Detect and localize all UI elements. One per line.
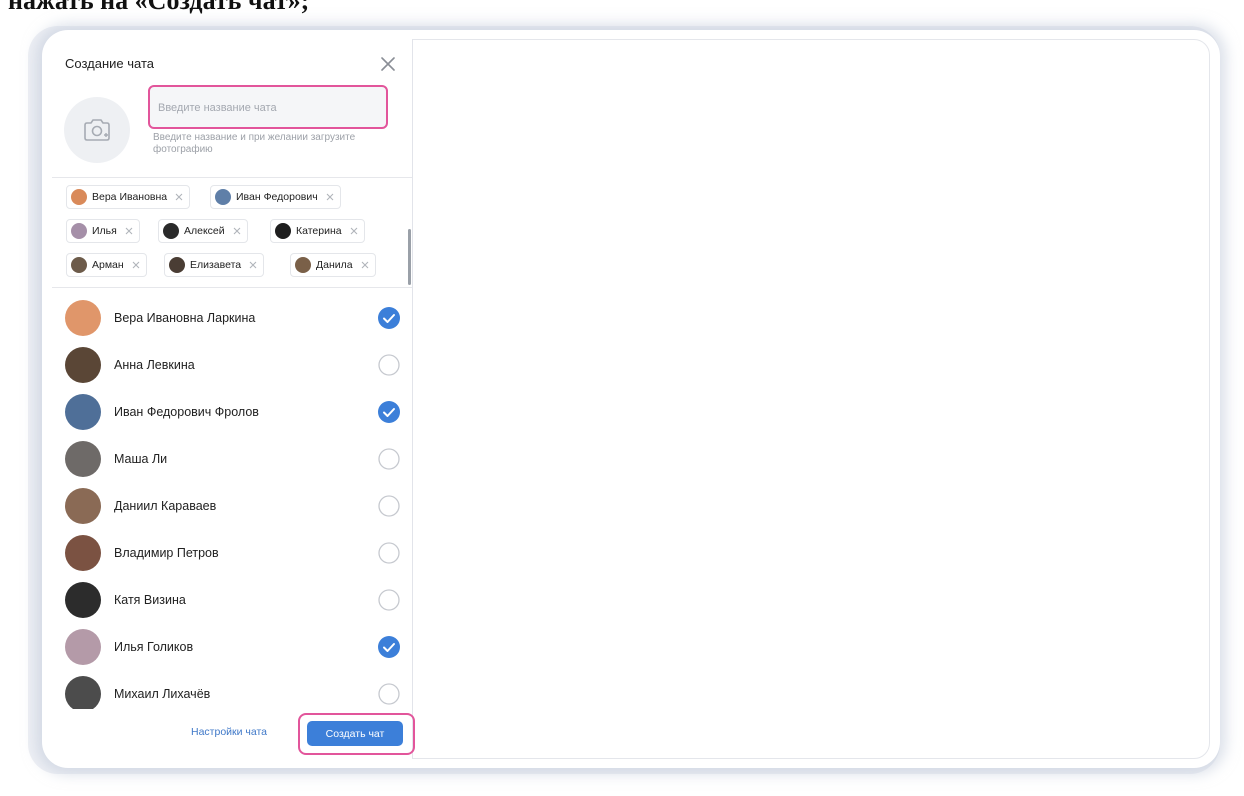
chat-name-hint: Введите название и при желании загрузите… [153,132,356,155]
avatar [65,629,101,665]
chip-elizaveta: Елизавета [164,253,265,277]
camera-plus-icon [84,119,110,141]
remove-chip-icon[interactable] [131,260,141,270]
avatar [163,223,179,239]
check-empty-icon[interactable] [378,448,400,470]
chip-label: Катерина [296,225,342,237]
chip-label: Вера Ивановна [92,191,168,203]
remove-chip-icon[interactable] [174,192,184,202]
avatar [65,394,101,430]
chip-label: Арман [92,259,124,271]
avatar [65,300,101,336]
avatar [65,488,101,524]
avatar [65,535,101,571]
create-chat-panel: Создание чата Введите название и при жел… [52,39,415,759]
contact-name: Даниил Караваев [114,499,217,513]
avatar [275,223,291,239]
contact-name: Михаил Лихачёв [114,687,211,701]
chip-label: Елизавета [190,259,242,271]
contact-row[interactable]: Илья Голиков [52,624,412,670]
contact-row[interactable]: Владимир Петров [52,530,412,576]
check-empty-icon[interactable] [378,589,400,611]
chip-label: Алексей [184,225,225,237]
close-button[interactable] [378,54,398,74]
divider [52,287,412,288]
chip-ilya: Илья [66,219,140,243]
chat-name-highlight [148,85,388,129]
avatar [71,223,87,239]
check-empty-icon[interactable] [378,542,400,564]
chat-settings-link[interactable]: Настройки чата [191,726,267,738]
check-selected-icon[interactable] [378,401,400,423]
chip-label: Данила [316,259,353,271]
remove-chip-icon[interactable] [124,226,134,236]
divider [52,177,412,178]
avatar [215,189,231,205]
contact-row[interactable]: Вера Ивановна Ларкина [52,295,412,341]
avatar [65,676,101,712]
contact-name: Владимир Петров [114,546,219,560]
panel-footer: Настройки чата Создать чат [52,709,415,759]
check-empty-icon[interactable] [378,354,400,376]
remove-chip-icon[interactable] [349,226,359,236]
chip-katerina: Катерина [270,219,365,243]
contact-name: Иван Федорович Фролов [114,405,259,419]
avatar [169,257,185,273]
contact-row[interactable]: Даниил Караваев [52,483,412,529]
chat-name-input[interactable] [156,93,382,123]
chip-danila: Данила [290,253,376,277]
upload-photo-button[interactable] [64,97,130,163]
avatar [65,582,101,618]
chip-aleksey: Алексей [158,219,248,243]
avatar [71,257,87,273]
contact-row[interactable]: Катя Визина [52,577,412,623]
avatar [295,257,311,273]
chip-vera: Вера Ивановна [66,185,191,209]
contact-name: Вера Ивановна Ларкина [114,311,256,325]
create-chat-highlight: Создать чат [298,713,415,755]
contact-name: Илья Голиков [114,640,194,654]
check-empty-icon[interactable] [378,683,400,705]
close-icon [381,57,395,71]
contact-name: Маша Ли [114,452,168,466]
check-empty-icon[interactable] [378,495,400,517]
remove-chip-icon[interactable] [325,192,335,202]
check-selected-icon[interactable] [378,636,400,658]
chips-scrollbar[interactable] [408,229,411,285]
instruction-caption: нажать на «Создать чат»; [8,0,310,15]
avatar [65,347,101,383]
chip-ivan: Иван Федорович [210,185,341,209]
contact-row[interactable]: Анна Левкина [52,342,412,388]
panel-title: Создание чата [65,56,155,71]
contact-name: Катя Визина [114,593,186,607]
avatar [71,189,87,205]
remove-chip-icon[interactable] [360,260,370,270]
create-chat-button[interactable]: Создать чат [307,721,403,746]
contact-name: Анна Левкина [114,358,195,372]
avatar [65,441,101,477]
check-selected-icon[interactable] [378,307,400,329]
remove-chip-icon[interactable] [248,260,258,270]
device-screen: Создание чата Введите название и при жел… [42,30,1220,768]
remove-chip-icon[interactable] [232,226,242,236]
chip-label: Иван Федорович [236,191,318,203]
contact-row[interactable]: Иван Федорович Фролов [52,389,412,435]
contact-row[interactable]: Маша Ли [52,436,412,482]
chip-arman: Арман [66,253,147,277]
chip-label: Илья [92,225,117,237]
